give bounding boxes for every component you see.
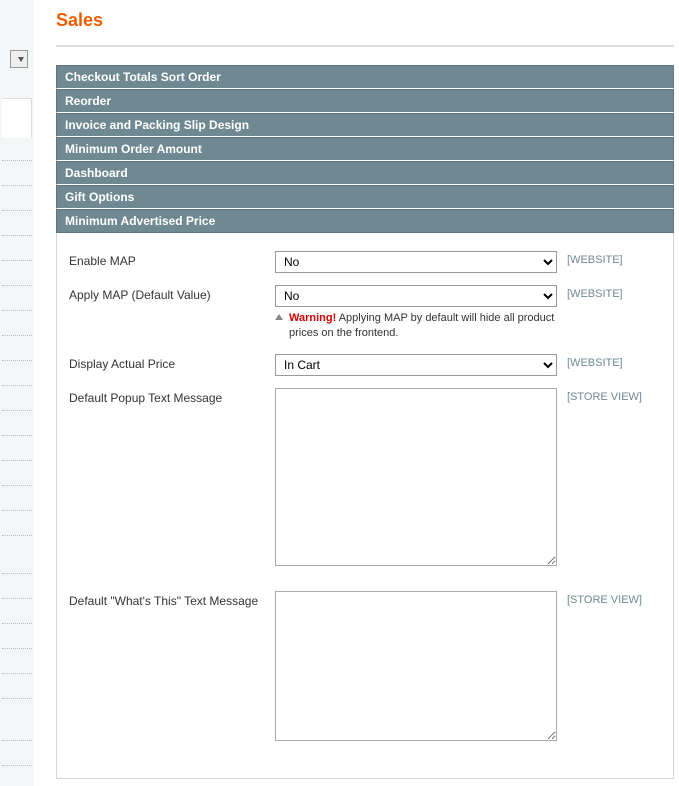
sidebar-divider	[2, 360, 32, 361]
sidebar-divider	[2, 410, 32, 411]
page-title: Sales	[56, 0, 674, 45]
sidebar-divider	[2, 648, 32, 649]
row-apply-map: Apply MAP (Default Value) No Warning! Ap…	[69, 285, 661, 342]
main-content: Sales Checkout Totals Sort Order Reorder…	[56, 0, 674, 779]
label-whats-this-text: Default "What's This" Text Message	[69, 591, 275, 608]
sidebar-divider	[2, 310, 32, 311]
sidebar-active-stub	[2, 98, 32, 138]
label-display-actual-price: Display Actual Price	[69, 354, 275, 371]
select-apply-map[interactable]: No	[275, 285, 557, 307]
section-invoice-packing-slip[interactable]: Invoice and Packing Slip Design	[56, 113, 674, 137]
row-whats-this-text: Default "What's This" Text Message [STOR…	[69, 591, 661, 744]
sidebar-divider	[2, 573, 32, 574]
textarea-whats-this-text[interactable]	[275, 591, 557, 741]
textarea-default-popup-text[interactable]	[275, 388, 557, 566]
label-default-popup-text: Default Popup Text Message	[69, 388, 275, 405]
section-minimum-order-amount[interactable]: Minimum Order Amount	[56, 137, 674, 161]
sidebar-divider	[2, 740, 32, 741]
sidebar-divider	[2, 435, 32, 436]
scope-default-popup-text: [STORE VIEW]	[557, 388, 647, 403]
title-divider	[56, 45, 674, 47]
warning-text: Warning! Applying MAP by default will hi…	[289, 311, 557, 342]
sidebar-divider	[2, 335, 32, 336]
sidebar-divider	[2, 210, 32, 211]
sidebar-divider	[2, 260, 32, 261]
sidebar-divider	[2, 623, 32, 624]
warning-label: Warning!	[289, 312, 336, 324]
sidebar-divider	[2, 460, 32, 461]
section-reorder[interactable]: Reorder	[56, 89, 674, 113]
select-display-actual-price[interactable]: In Cart	[275, 354, 557, 376]
sidebar-select-stub[interactable]	[10, 50, 28, 68]
sidebar-divider	[2, 160, 32, 161]
scope-display-actual-price: [WEBSITE]	[557, 354, 647, 369]
scope-whats-this-text: [STORE VIEW]	[557, 591, 647, 606]
section-minimum-advertised-price[interactable]: Minimum Advertised Price	[56, 209, 674, 233]
sidebar-divider	[2, 385, 32, 386]
sidebar-divider	[2, 698, 32, 699]
note-apply-map: Warning! Applying MAP by default will hi…	[275, 311, 557, 342]
sidebar-divider	[2, 598, 32, 599]
sidebar-divider	[2, 185, 32, 186]
row-enable-map: Enable MAP No [WEBSITE]	[69, 251, 661, 273]
sidebar-divider	[2, 673, 32, 674]
label-apply-map: Apply MAP (Default Value)	[69, 285, 275, 302]
scope-apply-map: [WEBSITE]	[557, 285, 647, 300]
label-enable-map: Enable MAP	[69, 251, 275, 268]
map-fieldset: Enable MAP No [WEBSITE] Apply MAP (Defau…	[56, 233, 674, 779]
scope-enable-map: [WEBSITE]	[557, 251, 647, 266]
sidebar-divider	[2, 235, 32, 236]
section-checkout-totals-sort-order[interactable]: Checkout Totals Sort Order	[56, 65, 674, 89]
sidebar-divider	[2, 285, 32, 286]
row-display-actual-price: Display Actual Price In Cart [WEBSITE]	[69, 354, 661, 376]
row-default-popup-text: Default Popup Text Message [STORE VIEW]	[69, 388, 661, 569]
section-gift-options[interactable]: Gift Options	[56, 185, 674, 209]
triangle-up-icon	[275, 314, 283, 320]
select-enable-map[interactable]: No	[275, 251, 557, 273]
sidebar-divider	[2, 485, 32, 486]
sidebar-divider	[2, 535, 32, 536]
left-sidebar-strip	[0, 0, 34, 786]
sidebar-divider	[2, 765, 32, 766]
section-dashboard[interactable]: Dashboard	[56, 161, 674, 185]
sidebar-divider	[2, 510, 32, 511]
